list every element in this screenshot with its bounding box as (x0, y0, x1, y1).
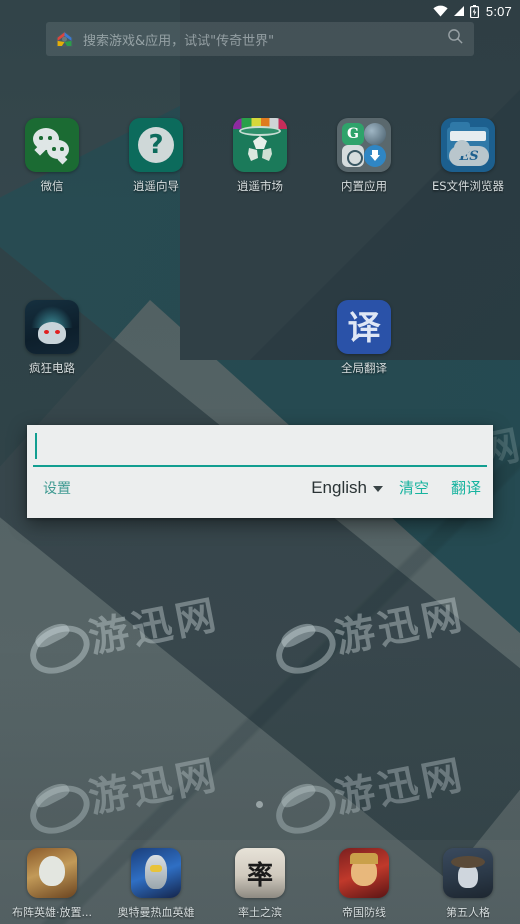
shuaitu-icon[interactable] (235, 848, 285, 898)
dock-item-buzhen-hero[interactable]: 布阵英雄·放置... (0, 848, 104, 920)
page-dot[interactable] (256, 801, 263, 808)
app-item-wechat[interactable]: 微信 (0, 118, 104, 194)
crazy-circuit-icon[interactable] (25, 300, 79, 354)
dock-label: 奥特曼热血英雄 (117, 906, 195, 919)
app-item-es-file-explorer[interactable]: ES ES文件浏览器 (416, 118, 520, 194)
input-underline (33, 465, 487, 467)
app-label: 疯狂电路 (29, 361, 75, 375)
dock-item-identity-v[interactable]: 第五人格 (416, 848, 520, 920)
status-clock: 5:07 (485, 3, 512, 19)
app-label: 微信 (40, 179, 64, 193)
app-item-market[interactable]: 逍遥市场 (208, 118, 312, 194)
google-home-icon (55, 30, 74, 49)
translate-input[interactable] (33, 429, 487, 463)
dock-item-shuaitu[interactable]: 率土之滨 (208, 848, 312, 920)
search-bar[interactable]: 搜索游戏&应用，试试"传奇世界" (46, 22, 474, 56)
es-file-explorer-icon[interactable]: ES (441, 118, 495, 172)
ultraman-icon[interactable] (131, 848, 181, 898)
status-bar: 5:07 (0, 0, 520, 22)
app-item-guide[interactable]: ? 逍遥向导 (104, 118, 208, 194)
app-label: 逍遥向导 (133, 179, 179, 193)
identity-v-icon[interactable] (443, 848, 493, 898)
dock-label: 布阵英雄·放置... (12, 906, 92, 919)
app-label: 内置应用 (341, 179, 387, 193)
translate-dialog: 设置 English 清空 翻译 (27, 425, 493, 518)
builtin-apps-folder-icon[interactable]: G (337, 118, 391, 172)
app-item-global-translate[interactable]: 译 全局翻译 (312, 300, 416, 376)
dock-label: 帝国防线 (342, 906, 386, 919)
wechat-icon[interactable] (25, 118, 79, 172)
app-slot-empty (208, 300, 312, 376)
dock-label: 率土之滨 (238, 906, 282, 919)
app-item-crazy-circuit[interactable]: 疯狂电路 (0, 300, 104, 376)
clear-button[interactable]: 清空 (399, 477, 429, 498)
app-label: ES文件浏览器 (431, 179, 505, 193)
language-value: English (311, 477, 367, 497)
buzhen-hero-icon[interactable] (27, 848, 77, 898)
translate-dialog-actions: 设置 English 清空 翻译 (27, 467, 493, 498)
app-slot-empty (416, 300, 520, 376)
app-slot-empty (104, 300, 208, 376)
dock-label: 第五人格 (446, 906, 490, 919)
app-label: 全局翻译 (341, 361, 387, 375)
translate-input-wrapper[interactable] (33, 429, 487, 467)
language-selector[interactable]: English (311, 478, 383, 498)
translate-button[interactable]: 翻译 (451, 477, 481, 498)
empire-defense-icon[interactable] (339, 848, 389, 898)
app-row-2: 疯狂电路 译 全局翻译 (0, 300, 520, 376)
guide-icon[interactable]: ? (129, 118, 183, 172)
wifi-icon (433, 5, 448, 17)
dock: 布阵英雄·放置... 奥特曼热血英雄 率土之滨 帝国防线 第五人格 (0, 840, 520, 924)
translate-glyph: 译 (347, 307, 381, 347)
market-icon[interactable] (233, 118, 287, 172)
dock-item-empire-defense[interactable]: 帝国防线 (312, 848, 416, 920)
text-caret (35, 433, 37, 459)
dock-item-ultraman[interactable]: 奥特曼热血英雄 (104, 848, 208, 920)
search-icon[interactable] (447, 28, 464, 50)
battery-icon (469, 4, 479, 18)
app-label: 逍遥市场 (237, 179, 283, 193)
chevron-down-icon (372, 485, 383, 492)
search-input[interactable]: 搜索游戏&应用，试试"传奇世界" (83, 30, 447, 49)
global-translate-icon[interactable]: 译 (337, 300, 391, 354)
signal-icon (453, 5, 465, 17)
settings-button[interactable]: 设置 (43, 478, 71, 498)
app-item-builtin[interactable]: G 内置应用 (312, 118, 416, 194)
app-row-1: 微信 ? 逍遥向导 逍遥市场 G 内置应用 ES ES文件浏览器 (0, 118, 520, 194)
